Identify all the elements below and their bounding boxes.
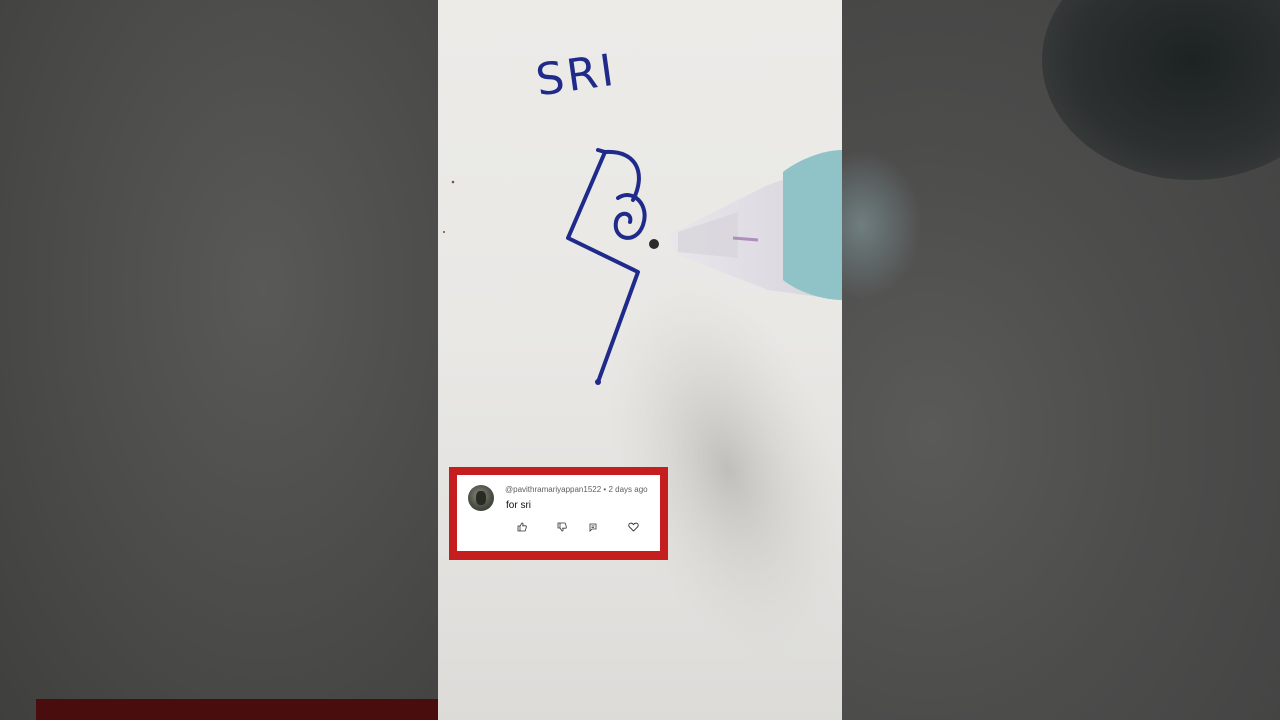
blurred-background-right <box>842 0 1280 720</box>
thumbs-up-icon <box>517 522 527 532</box>
comment-meta: @pavithramariyappan1522 • 2 days ago <box>505 485 648 494</box>
dislike-button[interactable] <box>556 521 568 533</box>
comment-text: for sri <box>506 500 531 511</box>
comment-time: 2 days ago <box>608 485 648 494</box>
blurred-background-left <box>0 0 438 720</box>
avatar[interactable] <box>468 485 494 511</box>
comment-username[interactable]: @pavithramariyappan1522 <box>505 485 601 494</box>
like-button[interactable] <box>516 521 528 533</box>
thumbs-down-icon <box>557 522 567 532</box>
comment-card[interactable]: @pavithramariyappan1522 • 2 days ago for… <box>457 475 660 551</box>
progress-bar-background <box>36 699 438 720</box>
reply-button[interactable] <box>587 521 599 533</box>
comment-highlight-frame: @pavithramariyappan1522 • 2 days ago for… <box>449 467 668 560</box>
comment-actions <box>457 521 660 535</box>
heart-icon <box>627 522 639 532</box>
meta-separator: • <box>603 485 607 494</box>
handwriting-drawing <box>442 148 842 664</box>
video-frame[interactable]: SRI <box>438 0 842 720</box>
heart-button[interactable] <box>627 521 639 533</box>
reply-icon <box>589 523 597 532</box>
